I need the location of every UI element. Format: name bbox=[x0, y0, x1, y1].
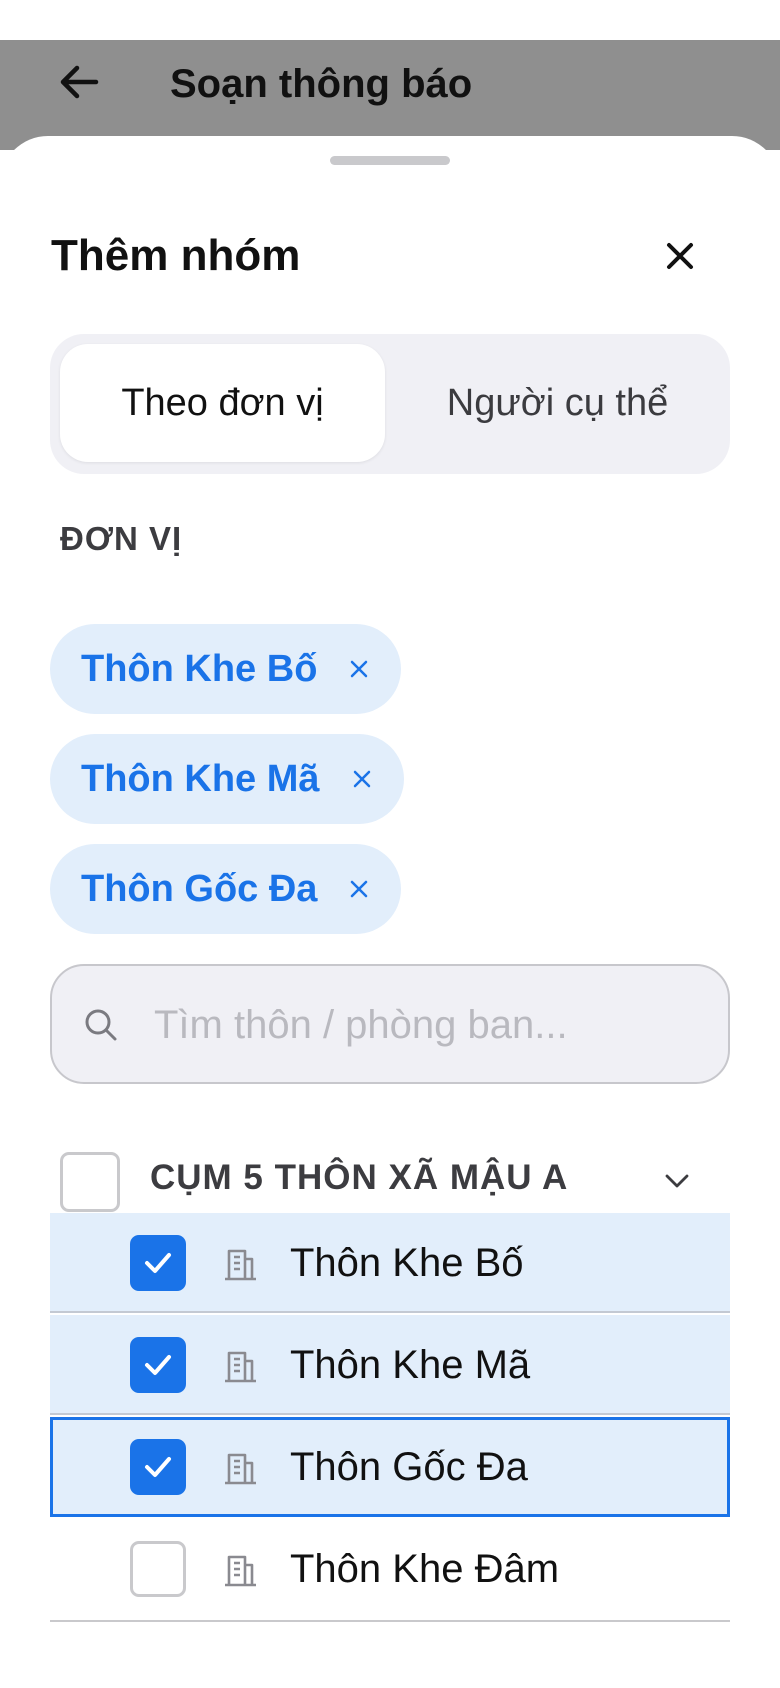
chip-label: Thôn Khe Bố bbox=[81, 647, 318, 690]
unit-list-item[interactable]: Thôn Khe Bố bbox=[50, 1213, 730, 1313]
selected-chip: Thôn Gốc Đa bbox=[50, 844, 402, 934]
group-checkbox[interactable] bbox=[60, 1152, 120, 1212]
item-checkbox[interactable] bbox=[130, 1337, 186, 1393]
selected-chip: Thôn Khe Bố bbox=[50, 624, 402, 714]
arrow-left-icon[interactable] bbox=[56, 58, 104, 106]
tab-switcher: Theo đơn vị Người cụ thể bbox=[50, 334, 730, 474]
chip-remove-icon[interactable] bbox=[347, 657, 371, 681]
unit-group-row[interactable]: CỤM 5 THÔN XÃ MẬU A bbox=[50, 1124, 730, 1224]
building-icon bbox=[220, 1549, 260, 1589]
tab-specific-person[interactable]: Người cụ thể bbox=[395, 344, 720, 462]
list-divider bbox=[50, 1620, 730, 1622]
chip-label: Thôn Gốc Đa bbox=[81, 867, 318, 910]
chip-remove-icon[interactable] bbox=[350, 767, 374, 791]
search-box bbox=[50, 964, 730, 1084]
search-input[interactable] bbox=[152, 986, 706, 1064]
sheet-title: Thêm nhóm bbox=[51, 231, 301, 280]
building-icon bbox=[220, 1345, 260, 1385]
chip-remove-icon[interactable] bbox=[347, 877, 371, 901]
group-title: CỤM 5 THÔN XÃ MẬU A bbox=[150, 1158, 569, 1197]
item-label: Thôn Gốc Đa bbox=[290, 1445, 528, 1489]
page-title: Soạn thông báo bbox=[170, 62, 473, 106]
building-icon bbox=[220, 1447, 260, 1487]
status-bar bbox=[0, 0, 780, 40]
item-label: Thôn Khe Bố bbox=[290, 1241, 524, 1285]
section-label-unit: ĐƠN VỊ bbox=[60, 520, 183, 557]
item-checkbox[interactable] bbox=[130, 1439, 186, 1495]
item-checkbox[interactable] bbox=[130, 1235, 186, 1291]
app-bar: Soạn thông báo bbox=[0, 40, 780, 150]
item-checkbox[interactable] bbox=[130, 1541, 186, 1597]
drag-handle[interactable] bbox=[330, 156, 450, 165]
close-icon[interactable] bbox=[656, 232, 704, 280]
unit-list-item[interactable]: Thôn Gốc Đa bbox=[50, 1417, 730, 1517]
unit-list-item[interactable]: Thôn Khe Mã bbox=[50, 1315, 730, 1415]
chip-label: Thôn Khe Mã bbox=[81, 757, 320, 800]
unit-list-item[interactable]: Thôn Khe Đâm bbox=[50, 1519, 730, 1619]
selected-chip: Thôn Khe Mã bbox=[50, 734, 404, 824]
tab-by-unit[interactable]: Theo đơn vị bbox=[60, 344, 385, 462]
item-label: Thôn Khe Đâm bbox=[290, 1547, 560, 1591]
add-group-sheet: Thêm nhóm Theo đơn vị Người cụ thể ĐƠN V… bbox=[0, 136, 780, 1688]
chevron-down-icon[interactable] bbox=[662, 1166, 692, 1196]
search-icon bbox=[82, 1006, 120, 1044]
item-label: Thôn Khe Mã bbox=[290, 1343, 531, 1387]
building-icon bbox=[220, 1243, 260, 1283]
